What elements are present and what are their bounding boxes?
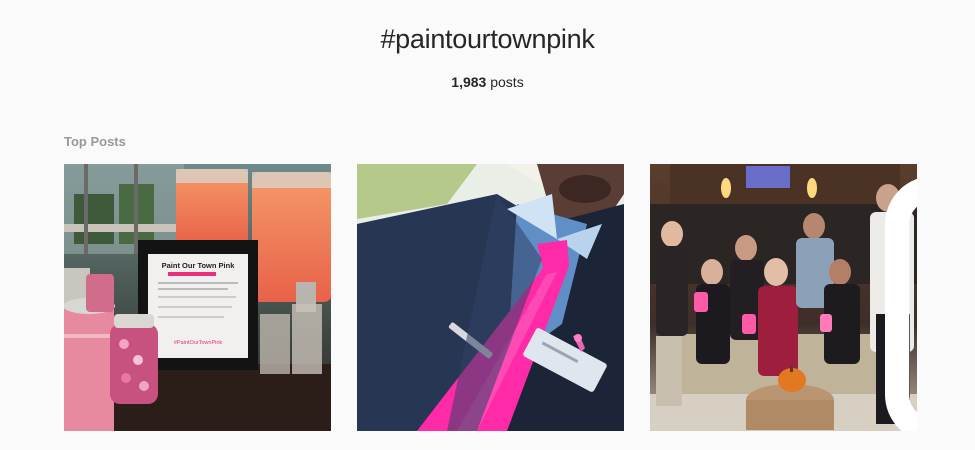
post-image-2 <box>357 164 624 431</box>
top-posts-grid: Paint Our Town Pink #PaintOurTownPink <box>64 164 918 431</box>
top-posts-heading: Top Posts <box>64 134 126 149</box>
camera-icon <box>885 176 917 431</box>
post-image-3 <box>650 164 917 431</box>
post-image-1: Paint Our Town Pink #PaintOurTownPink <box>64 164 331 431</box>
hashtag-title: #paintourtownpink <box>380 24 595 54</box>
post-count: 1,983 posts <box>0 74 975 90</box>
post-count-suffix: posts <box>486 74 524 90</box>
hashtag-page: #paintourtownpink 1,983 posts Top Posts <box>0 0 975 450</box>
post-thumbnail-2[interactable] <box>357 164 624 431</box>
post-thumbnail-1[interactable]: Paint Our Town Pink #PaintOurTownPink <box>64 164 331 431</box>
sign-title: Paint Our Town Pink <box>162 261 236 270</box>
post-thumbnail-3[interactable] <box>650 164 917 431</box>
post-count-number: 1,983 <box>451 74 487 90</box>
sign-footer: #PaintOurTownPink <box>174 340 223 346</box>
